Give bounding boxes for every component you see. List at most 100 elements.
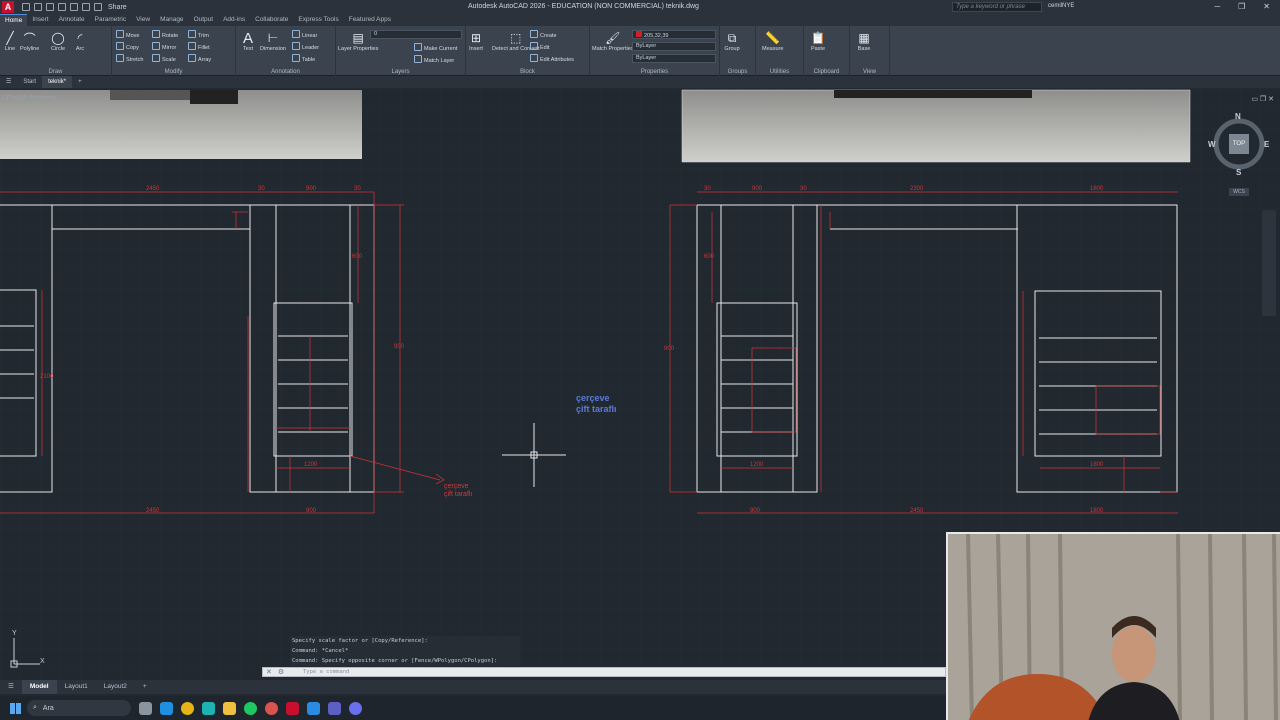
compass-west[interactable]: W xyxy=(1208,140,1216,149)
vscode-icon[interactable] xyxy=(307,701,320,715)
trim-button[interactable]: Trim xyxy=(188,30,209,39)
layers-panel-label[interactable]: Layers xyxy=(336,69,465,75)
table-button[interactable]: Table xyxy=(292,54,315,63)
teams-icon[interactable] xyxy=(328,701,341,715)
restore-icon[interactable]: ❐ xyxy=(1238,2,1245,11)
new-tab-icon[interactable]: + xyxy=(72,76,88,88)
scale-button[interactable]: Scale xyxy=(152,54,176,63)
add-layout-icon[interactable]: + xyxy=(135,680,155,694)
paste-button[interactable]: 📋 Paste xyxy=(810,30,826,52)
line-button[interactable]: ╱ Line xyxy=(2,30,18,52)
app-menu-icon[interactable]: ☰ xyxy=(0,76,17,88)
linear-dropdown[interactable]: Linear xyxy=(292,30,317,39)
tab-layout2[interactable]: Layout2 xyxy=(96,680,135,694)
tab-output[interactable]: Output xyxy=(189,14,219,26)
move-button[interactable]: Move xyxy=(116,30,139,39)
block-panel-label[interactable]: Block xyxy=(466,69,589,75)
utilities-panel-label[interactable]: Utilities xyxy=(756,69,803,75)
tab-collaborate[interactable]: Collaborate xyxy=(250,14,293,26)
color-dropdown[interactable]: 205,32,39 xyxy=(632,30,716,39)
stretch-button[interactable]: Stretch xyxy=(116,54,143,63)
arc-button[interactable]: ◜ Arc xyxy=(72,30,88,52)
spotify-icon[interactable] xyxy=(244,701,257,715)
compass-south[interactable]: S xyxy=(1236,168,1241,177)
array-button[interactable]: Array xyxy=(188,54,211,63)
layer-dropdown[interactable]: 0 xyxy=(370,30,462,39)
leader-mtext[interactable]: çerçeve çift taraflı xyxy=(444,483,472,499)
tab-layout1[interactable]: Layout1 xyxy=(57,680,96,694)
close-command-icon[interactable]: ✕ xyxy=(266,668,272,676)
wcs-menu[interactable]: WCS xyxy=(1229,188,1249,196)
match-layer-button[interactable]: Match Layer xyxy=(414,55,454,64)
windows-start-icon[interactable] xyxy=(10,702,21,714)
draw-panel-label[interactable]: Draw xyxy=(0,69,111,75)
close-icon[interactable]: ✕ xyxy=(1263,2,1270,11)
mirror-button[interactable]: Mirror xyxy=(152,42,176,51)
insert-button[interactable]: ⊞ Insert xyxy=(468,30,484,52)
open-file-icon[interactable] xyxy=(34,3,42,11)
tab-add-ins[interactable]: Add-ins xyxy=(218,14,250,26)
text-button[interactable]: A Text xyxy=(240,30,256,53)
tab-drawing[interactable]: teknik* xyxy=(42,76,73,88)
compass-east[interactable]: E xyxy=(1264,140,1269,149)
share-button[interactable]: Share xyxy=(108,4,127,11)
tab-express-tools[interactable]: Express Tools xyxy=(293,14,343,26)
rotate-button[interactable]: Rotate xyxy=(152,30,178,39)
selected-mtext[interactable]: çerçeve çift taraflı xyxy=(576,393,617,415)
autocad-logo-icon[interactable]: A xyxy=(2,1,14,13)
group-button[interactable]: ⧉ Group xyxy=(724,30,740,53)
save-icon[interactable] xyxy=(46,3,54,11)
edge-dev-icon[interactable] xyxy=(202,701,215,715)
edit-attributes-button[interactable]: Edit Attributes xyxy=(530,54,574,63)
linetype-dropdown[interactable]: ByLayer xyxy=(632,42,716,51)
autocad-task-icon[interactable] xyxy=(286,701,299,715)
user-account[interactable]: cemilNYE xyxy=(1048,3,1074,9)
fillet-button[interactable]: Fillet xyxy=(188,42,210,51)
task-view-icon[interactable] xyxy=(139,701,152,715)
help-search-input[interactable]: Type a keyword or phrase xyxy=(952,2,1042,12)
tab-manage[interactable]: Manage xyxy=(155,14,189,26)
make-current-button[interactable]: Make Current xyxy=(414,43,457,52)
tab-parametric[interactable]: Parametric xyxy=(90,14,131,26)
tab-insert[interactable]: Insert xyxy=(27,14,53,26)
navigation-bar[interactable] xyxy=(1262,210,1276,316)
tab-featured-apps[interactable]: Featured Apps xyxy=(344,14,396,26)
properties-panel-label[interactable]: Properties xyxy=(590,69,719,75)
base-view-button[interactable]: ▦ Base xyxy=(856,30,872,52)
tab-home[interactable]: Home xyxy=(0,14,28,26)
layout-menu-icon[interactable]: ☰ xyxy=(0,680,22,694)
copy-button[interactable]: Copy xyxy=(116,42,139,51)
measure-button[interactable]: 📏 Measure xyxy=(762,30,783,52)
viewport-window-controls[interactable]: ▭ ❐ ✕ xyxy=(1251,95,1274,103)
reference-image-right[interactable] xyxy=(681,89,1191,163)
edit-block-button[interactable]: Edit xyxy=(530,42,549,51)
taskbar-search[interactable]: ⌕ Ara xyxy=(27,700,131,716)
lineweight-dropdown[interactable]: ByLayer xyxy=(632,54,716,63)
tab-annotate[interactable]: Annotate xyxy=(54,14,90,26)
compass-north[interactable]: N xyxy=(1235,112,1241,121)
command-line-input[interactable]: Type a command xyxy=(262,667,946,677)
file-explorer-icon[interactable] xyxy=(223,701,236,715)
undo-icon[interactable] xyxy=(82,3,90,11)
groups-panel-label[interactable]: Groups xyxy=(720,69,755,75)
leader-dropdown[interactable]: Leader xyxy=(292,42,319,51)
create-block-button[interactable]: Create xyxy=(530,30,557,39)
customize-command-icon[interactable]: ⚙ xyxy=(278,668,284,676)
print-icon[interactable] xyxy=(70,3,78,11)
redo-icon[interactable] xyxy=(94,3,102,11)
dimension-button[interactable]: ⊢ Dimension xyxy=(260,30,286,52)
save-as-icon[interactable] xyxy=(58,3,66,11)
polyline-button[interactable]: ⌒ Polyline xyxy=(20,30,39,53)
match-properties-button[interactable]: 🖌 Match Properties xyxy=(592,30,634,52)
viewcube[interactable]: N S E W TOP xyxy=(1208,112,1270,177)
discord-icon[interactable] xyxy=(349,701,362,715)
annotation-panel-label[interactable]: Annotation xyxy=(236,69,335,75)
capture-app-icon[interactable] xyxy=(265,701,278,715)
edge-icon[interactable] xyxy=(160,701,173,715)
viewport-controls[interactable]: [-][Top][2D Wireframe] xyxy=(2,95,56,101)
view-panel-label[interactable]: View xyxy=(850,69,889,75)
chrome-icon[interactable] xyxy=(181,701,194,715)
circle-button[interactable]: ◯ Circle xyxy=(50,30,66,52)
clipboard-panel-label[interactable]: Clipboard xyxy=(804,69,849,75)
tab-view[interactable]: View xyxy=(131,14,155,26)
